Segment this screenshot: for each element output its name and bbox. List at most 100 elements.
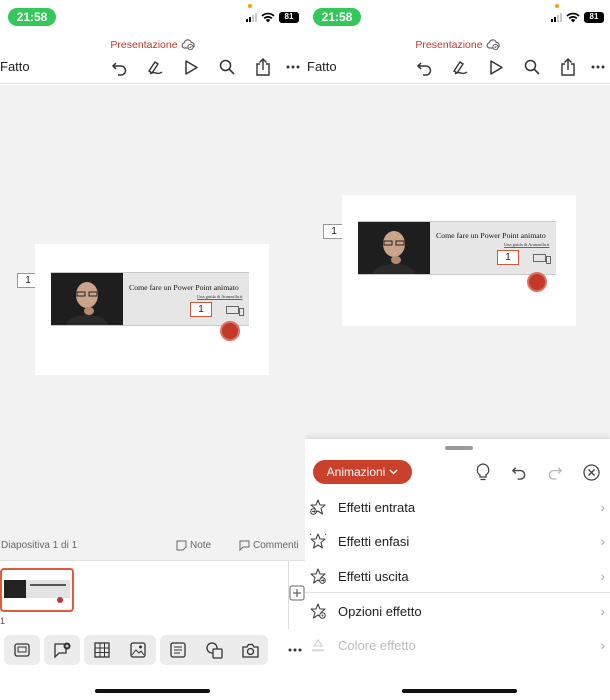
play-icon [185, 59, 198, 75]
battery-icon: 81 [279, 11, 299, 23]
slide-canvas[interactable]: 1 Come fare un Power Point animato Una g… [0, 85, 305, 560]
chevron-right-icon: › [600, 533, 605, 549]
more-insert-button[interactable] [285, 635, 305, 665]
close-icon [582, 463, 600, 481]
document-title[interactable]: Presentazione [0, 39, 305, 51]
lightbulb-icon [476, 463, 490, 481]
left-screen: 21:58 81 Presentazione Fatto 1 Come fare… [0, 0, 305, 700]
menu-item-label: Effetti enfasi [338, 533, 410, 549]
more-button[interactable] [586, 56, 610, 78]
toolbar [406, 56, 610, 78]
share-button[interactable] [245, 56, 281, 78]
done-button[interactable]: Fatto [0, 59, 30, 74]
slide-banner[interactable]: Come fare un Power Point animato Una gui… [51, 272, 249, 326]
menu-item-entrance-effects[interactable]: Effetti entrata › [305, 490, 610, 524]
star-exit-icon [310, 568, 326, 584]
slide-headline: Come fare un Power Point animato [129, 283, 239, 292]
slide-canvas[interactable]: 1 Come fare un Power Point animato Una g… [305, 85, 610, 439]
draw-button[interactable] [137, 56, 173, 78]
pen-draw-icon [453, 60, 468, 75]
slide[interactable]: Come fare un Power Point animato Una gui… [35, 244, 269, 375]
insert-group-3 [84, 635, 156, 665]
sheet-grabber[interactable] [445, 446, 473, 450]
ideas-button[interactable] [472, 461, 494, 483]
privacy-indicator [555, 4, 559, 8]
menu-item-effect-options[interactable]: Opzioni effetto › [305, 594, 610, 628]
redo-icon [548, 467, 563, 480]
menu-item-label: Effetti entrata [338, 499, 416, 515]
share-icon [256, 58, 270, 76]
shapes-icon [205, 641, 223, 659]
battery-icon: 81 [584, 11, 604, 23]
comments-label: Commenti [253, 540, 299, 551]
more-icon [288, 648, 302, 652]
home-indicator[interactable] [402, 689, 517, 693]
menu-item-exit-effects[interactable]: Effetti uscita › [305, 559, 610, 593]
notes-label: Note [190, 540, 212, 551]
privacy-indicator [248, 4, 252, 8]
document-title-text: Presentazione [415, 39, 483, 51]
menu-item-emphasis-effects[interactable]: Effetti enfasi › [305, 524, 610, 558]
insert-image-button[interactable] [120, 635, 156, 665]
add-comment-button[interactable] [44, 635, 80, 665]
slide[interactable]: Come fare un Power Point animato Una gui… [342, 195, 576, 326]
slide-subline: Una guida di Aranzulla.it [197, 294, 243, 299]
play-button[interactable] [173, 56, 209, 78]
slide-headline: Come fare un Power Point animato [436, 231, 546, 240]
search-button[interactable] [514, 56, 550, 78]
image-icon [130, 642, 146, 658]
search-icon [524, 59, 540, 75]
search-icon [219, 59, 235, 75]
tab-dropdown-button[interactable]: Animazioni [313, 460, 412, 484]
insert-group-1 [4, 635, 40, 665]
search-button[interactable] [209, 56, 245, 78]
more-button[interactable] [281, 56, 305, 78]
menu-item-label: Colore effetto [338, 637, 416, 653]
slide-thumbnail[interactable] [0, 568, 74, 612]
star-enter-icon [310, 499, 326, 515]
status-icons: 81 [246, 10, 299, 24]
tab-dropdown-label: Animazioni [326, 465, 386, 479]
undo-button[interactable] [508, 461, 530, 483]
share-button[interactable] [550, 56, 586, 78]
insert-bar [0, 632, 305, 668]
chevron-right-icon: › [600, 603, 605, 619]
insert-textbox-button[interactable] [160, 635, 196, 665]
status-time: 21:58 [313, 8, 361, 26]
notes-button[interactable]: Note [176, 540, 211, 551]
insert-camera-button[interactable] [232, 635, 268, 665]
comments-button[interactable]: Commenti [239, 540, 299, 551]
wifi-icon [566, 12, 580, 22]
app-header: Presentazione Fatto [305, 34, 610, 84]
redo-button[interactable] [544, 461, 566, 483]
author-photo [358, 222, 430, 274]
undo-button[interactable] [406, 56, 442, 78]
undo-button[interactable] [101, 56, 137, 78]
more-icon [591, 65, 605, 69]
seal-icon [220, 321, 240, 341]
text-box-icon [170, 642, 186, 658]
status-bar: 21:58 81 [305, 0, 610, 34]
play-button[interactable] [478, 56, 514, 78]
note-icon [176, 540, 187, 551]
new-slide-button[interactable] [4, 635, 40, 665]
close-sheet-button[interactable] [580, 461, 602, 483]
slide-number-field: 1 [190, 302, 212, 317]
author-photo [51, 273, 123, 325]
insert-table-button[interactable] [84, 635, 120, 665]
slide-subline: Una guida di Aranzulla.it [504, 242, 550, 247]
document-title[interactable]: Presentazione [305, 39, 610, 51]
slide-info-bar: Diapositiva 1 di 1 Note Commenti [0, 530, 305, 560]
draw-button[interactable] [442, 56, 478, 78]
right-screen: 21:58 81 Presentazione Fatto 1 Come fare… [305, 0, 610, 700]
share-icon [561, 58, 575, 76]
cellular-signal-icon [551, 12, 562, 22]
done-button[interactable]: Fatto [307, 59, 337, 74]
insert-shape-button[interactable] [196, 635, 232, 665]
add-slide-icon[interactable] [289, 585, 305, 601]
slide-banner[interactable]: Come fare un Power Point animato Una gui… [358, 221, 556, 275]
undo-icon [416, 61, 431, 76]
home-indicator[interactable] [95, 689, 210, 693]
chevron-right-icon: › [600, 499, 605, 515]
table-icon [94, 642, 110, 658]
